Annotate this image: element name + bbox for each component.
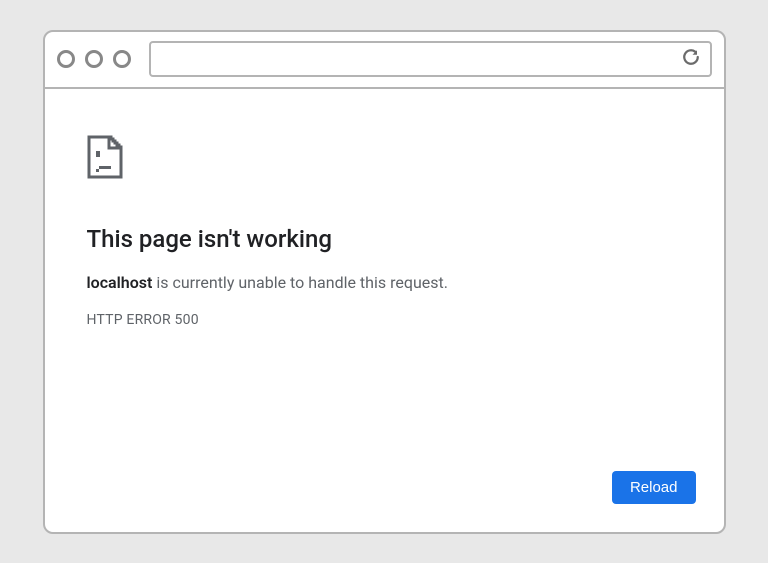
- error-message: localhost is currently unable to handle …: [87, 273, 682, 292]
- error-page-content: This page isn't working localhost is cur…: [45, 89, 724, 532]
- error-actions: Reload: [612, 471, 696, 504]
- window-control-minimize[interactable]: [85, 50, 103, 68]
- error-code: HTTP ERROR 500: [87, 312, 682, 328]
- sad-page-icon: [87, 135, 682, 183]
- browser-toolbar: [45, 32, 724, 89]
- reload-icon[interactable]: [682, 48, 700, 70]
- browser-window: This page isn't working localhost is cur…: [43, 30, 726, 534]
- reload-button[interactable]: Reload: [612, 471, 696, 504]
- window-control-close[interactable]: [57, 50, 75, 68]
- error-message-tail: is currently unable to handle this reque…: [152, 273, 448, 292]
- error-host: localhost: [87, 273, 153, 292]
- address-bar[interactable]: [149, 41, 712, 77]
- error-heading: This page isn't working: [87, 225, 682, 253]
- window-control-zoom[interactable]: [113, 50, 131, 68]
